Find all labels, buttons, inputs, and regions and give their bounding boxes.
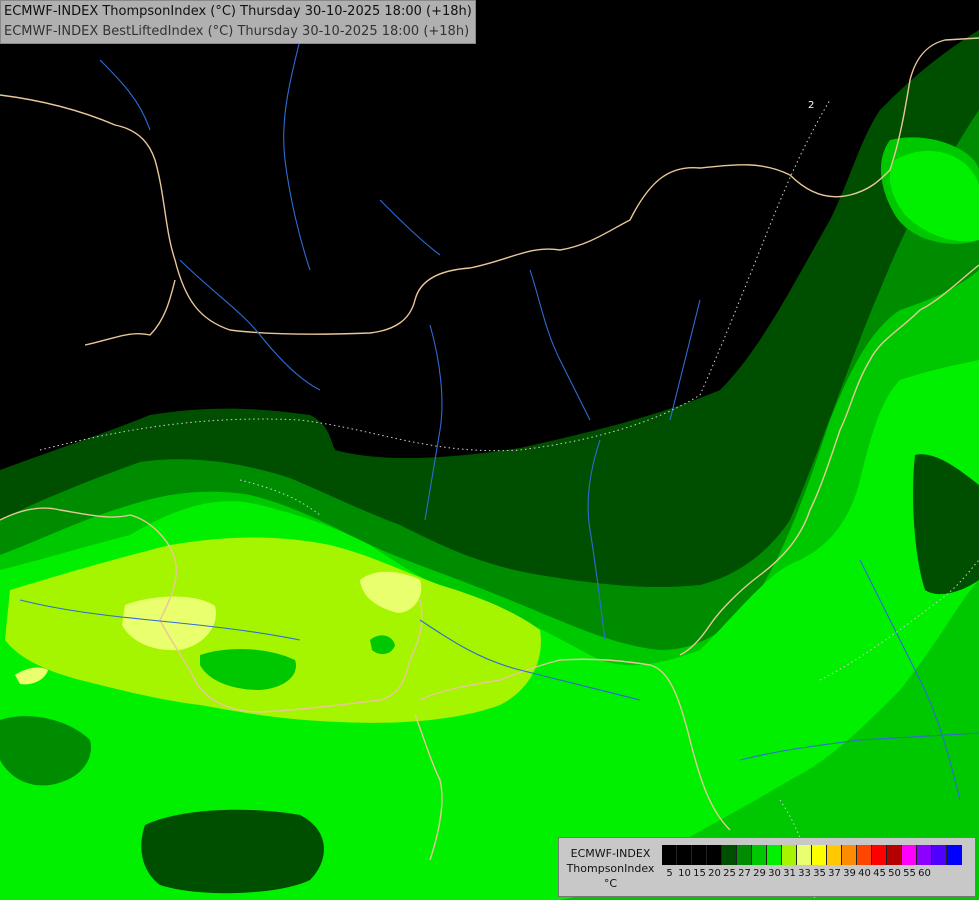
legend-tick-label: 39 — [843, 868, 856, 879]
legend-swatch — [827, 845, 842, 865]
map-title-box: ECMWF-INDEX ThompsonIndex (°C) Thursday … — [0, 0, 476, 44]
legend-tick-label: 25 — [723, 868, 736, 879]
legend-swatch — [887, 845, 902, 865]
legend-swatch — [677, 845, 692, 865]
legend-swatch — [872, 845, 887, 865]
legend-tick-label: 40 — [858, 868, 871, 879]
legend-swatch — [842, 845, 857, 865]
legend-model-label: ECMWF-INDEX — [570, 846, 651, 860]
legend-index-label: ThompsonIndex — [566, 861, 655, 875]
legend-swatch — [737, 845, 752, 865]
legend-swatch — [782, 845, 797, 865]
legend-swatch — [917, 845, 932, 865]
legend-swatch — [932, 845, 947, 865]
legend-tick-label: 30 — [768, 868, 781, 879]
legend-swatch — [707, 845, 722, 865]
legend-tick-label: 60 — [918, 868, 931, 879]
title-best-lifted-index: ECMWF-INDEX BestLiftedIndex (°C) Thursda… — [4, 24, 470, 39]
legend-swatch — [902, 845, 917, 865]
legend-ticks: 5 10 15 20 25 27 29 30 31 33 35 37 39 40 45 50 55 60 — [662, 868, 962, 879]
legend-tick-label: 27 — [738, 868, 751, 879]
legend-swatch — [947, 845, 962, 865]
legend-tick-label: 10 — [678, 868, 691, 879]
legend-tick-label: 45 — [873, 868, 886, 879]
contour-pocket-south — [141, 809, 324, 894]
color-legend: ECMWF-INDEX ThompsonIndex °C 5 10 15 20 25 27… — [558, 837, 976, 897]
legend-tick-label: 37 — [828, 868, 841, 879]
legend-tick-label: 50 — [888, 868, 901, 879]
title-thompson-index: ECMWF-INDEX ThompsonIndex (°C) Thursday … — [4, 4, 472, 19]
legend-swatch — [692, 845, 707, 865]
legend-swatch — [857, 845, 872, 865]
legend-tick-label: 31 — [783, 868, 796, 879]
legend-swatch — [767, 845, 782, 865]
legend-tick-label: 15 — [693, 868, 706, 879]
legend-swatch — [797, 845, 812, 865]
legend-tick-label: 29 — [753, 868, 766, 879]
legend-label: ECMWF-INDEX ThompsonIndex °C — [559, 838, 662, 898]
legend-scale: 5 10 15 20 25 27 29 30 31 33 35 37 39 40 45 50 55 60 — [662, 845, 962, 879]
legend-tick-label: 5 — [666, 868, 673, 879]
legend-tick-label: 35 — [813, 868, 826, 879]
legend-swatches — [662, 845, 962, 865]
legend-swatch — [662, 845, 677, 865]
legend-tick-label: 20 — [708, 868, 721, 879]
legend-unit-label: °C — [603, 876, 618, 890]
legend-tick-label: 33 — [798, 868, 811, 879]
legend-swatch — [812, 845, 827, 865]
contour-label: 2 — [808, 100, 814, 111]
legend-swatch — [752, 845, 767, 865]
legend-tick-label: 55 — [903, 868, 916, 879]
weather-map: 2 — [0, 0, 979, 900]
legend-swatch — [722, 845, 737, 865]
